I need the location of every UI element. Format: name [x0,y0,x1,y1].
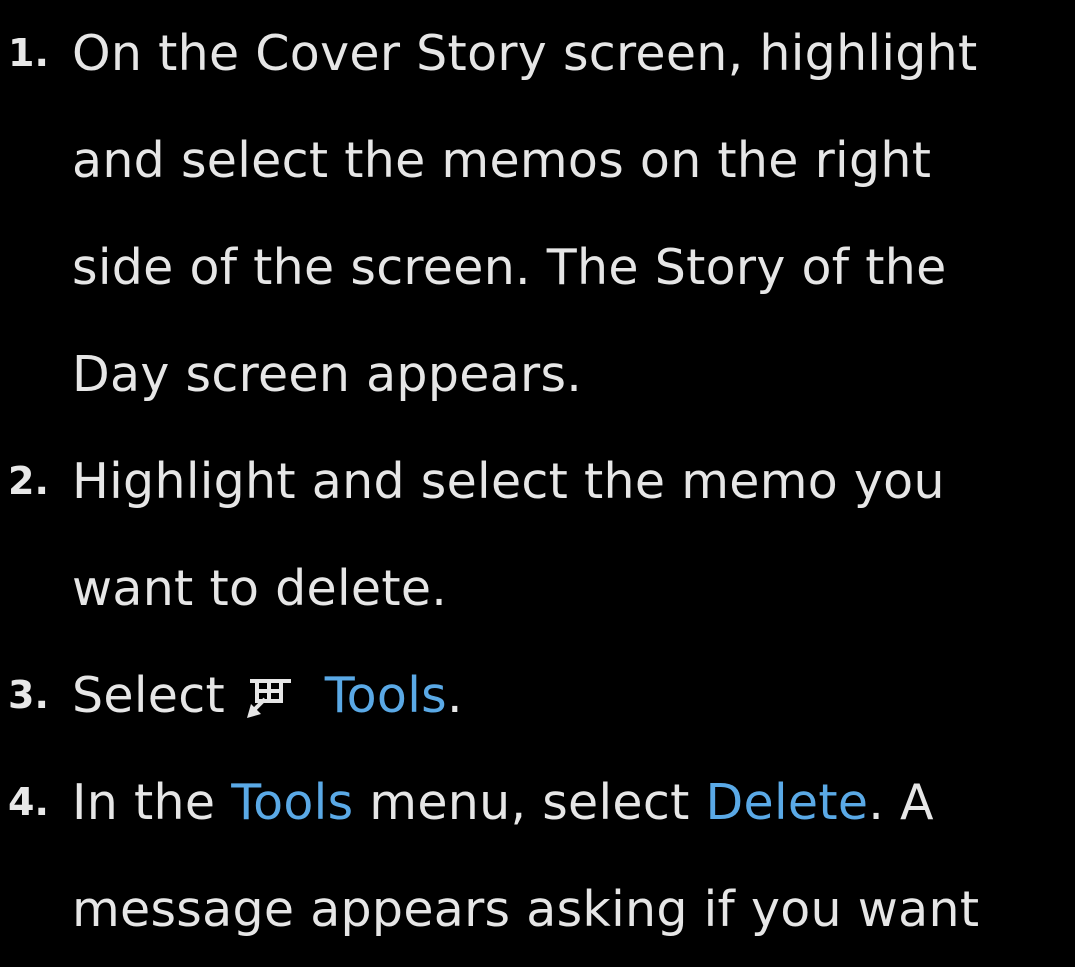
step-text-line: and select the memos on the right [72,132,932,189]
step-number: 1. [8,31,49,75]
step-text-line: want to delete. [72,560,448,617]
step-2: 2. Highlight and select the memo you wan… [0,428,1062,642]
step-text-line: Select Tools. [72,642,1062,749]
tools-link[interactable]: Tools [231,774,353,831]
step-text: Select [72,667,225,724]
step-text-line: message appears asking if you want [72,881,980,938]
step-text-line: Highlight and select the memo you [72,453,945,510]
step-text-line: Day screen appears. [72,346,583,403]
step-text-line: In the Tools menu, select Delete. A [72,749,1062,856]
step-number: 2. [8,459,49,503]
step-1: 1. On the Cover Story screen, highlight … [0,0,1062,428]
tools-icon [246,679,291,718]
step-text-line: On the Cover Story screen, highlight [72,25,978,82]
tools-link[interactable]: Tools [325,667,447,724]
instruction-steps: 1. On the Cover Story screen, highlight … [0,0,1075,963]
step-number: 3. [8,673,49,717]
step-text: . [446,667,463,724]
step-text: In the [72,774,232,831]
step-text-line: side of the screen. The Story of the [72,239,947,296]
step-4: 4. In the Tools menu, select Delete. A m… [0,749,1062,963]
step-number: 4. [8,780,49,824]
step-3: 3. Select Tools. [0,642,1062,749]
step-text: menu, select [353,774,706,831]
delete-link[interactable]: Delete [706,774,869,831]
step-text: . A [868,774,934,831]
